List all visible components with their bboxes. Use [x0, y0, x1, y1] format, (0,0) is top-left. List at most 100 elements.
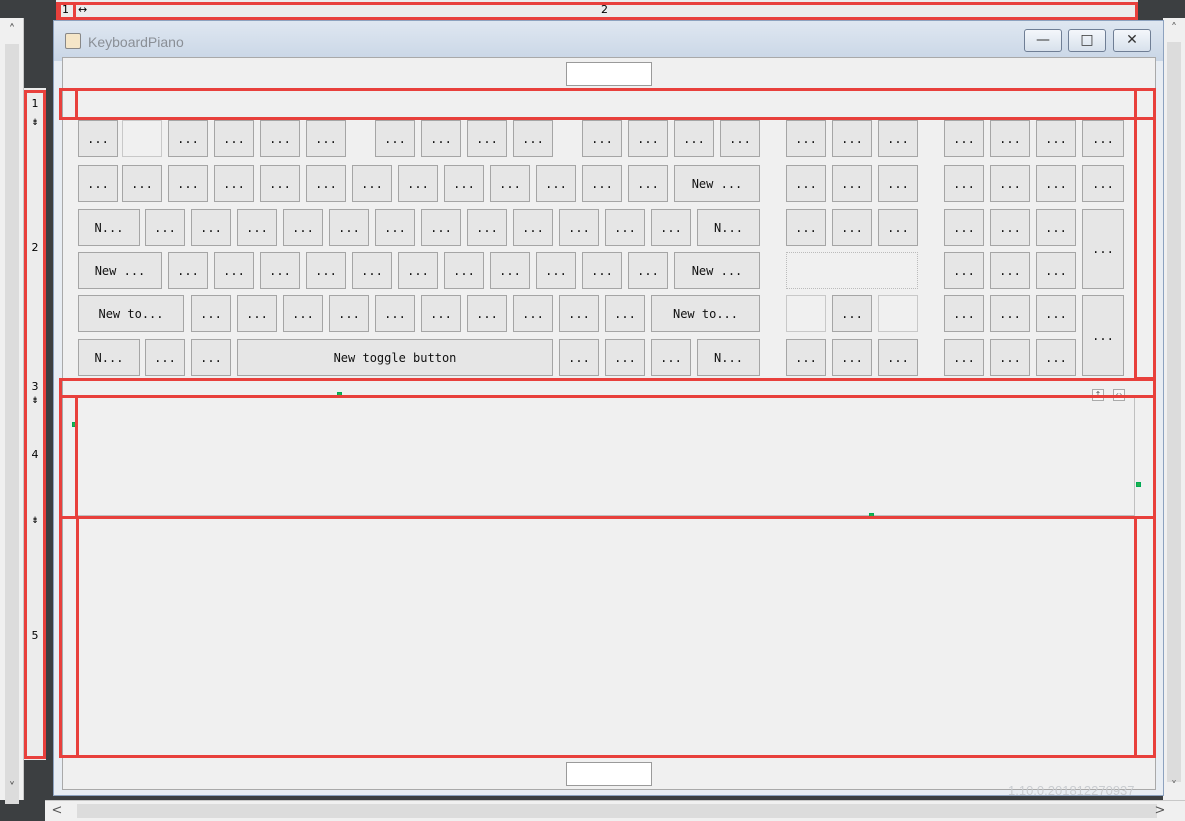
- piano-toggle-button[interactable]: ...: [536, 252, 576, 289]
- piano-toggle-button[interactable]: ...: [1036, 252, 1076, 289]
- piano-toggle-button[interactable]: ...: [944, 252, 984, 289]
- piano-toggle-button[interactable]: ...: [1036, 120, 1076, 157]
- piano-toggle-button[interactable]: ...: [283, 295, 323, 332]
- piano-toggle-button[interactable]: New ...: [78, 252, 162, 289]
- piano-toggle-button[interactable]: ...: [878, 209, 918, 246]
- close-button[interactable]: ✕: [1113, 29, 1151, 52]
- piano-toggle-button[interactable]: ...: [536, 165, 576, 202]
- piano-toggle-button[interactable]: ...: [168, 252, 208, 289]
- piano-toggle-button[interactable]: N...: [78, 339, 140, 376]
- piano-toggle-button[interactable]: New ...: [674, 165, 760, 202]
- piano-toggle-button[interactable]: New to...: [651, 295, 760, 332]
- piano-toggle-button[interactable]: N...: [697, 339, 760, 376]
- piano-toggle-button[interactable]: ...: [878, 165, 918, 202]
- piano-toggle-button[interactable]: ...: [375, 209, 415, 246]
- piano-toggle-button[interactable]: ...: [944, 209, 984, 246]
- window-titlebar[interactable]: KeyboardPiano — □ ✕: [54, 21, 1163, 61]
- maximize-button[interactable]: □: [1068, 29, 1106, 52]
- piano-toggle-button[interactable]: ...: [605, 339, 645, 376]
- scroll-down-arrow-icon[interactable]: ˅: [0, 778, 24, 800]
- piano-toggle-button[interactable]: ...: [306, 120, 346, 157]
- scroll-up-arrow-icon[interactable]: ˄: [0, 20, 24, 42]
- piano-toggle-button[interactable]: ...: [582, 165, 622, 202]
- piano-toggle-button[interactable]: ...: [214, 165, 254, 202]
- piano-toggle-button[interactable]: ...: [78, 120, 118, 157]
- piano-toggle-button[interactable]: ...: [944, 165, 984, 202]
- piano-toggle-button[interactable]: ...: [786, 339, 826, 376]
- piano-toggle-button[interactable]: N...: [697, 209, 760, 246]
- piano-toggle-button[interactable]: ...: [1036, 339, 1076, 376]
- piano-toggle-button[interactable]: ...: [467, 209, 507, 246]
- piano-toggle-button[interactable]: ...: [832, 295, 872, 332]
- piano-toggle-button[interactable]: ...: [628, 252, 668, 289]
- piano-toggle-button[interactable]: ...: [651, 209, 691, 246]
- piano-toggle-button[interactable]: ...: [1082, 295, 1124, 376]
- piano-toggle-button[interactable]: ...: [421, 295, 461, 332]
- piano-toggle-button[interactable]: ...: [786, 120, 826, 157]
- piano-toggle-button[interactable]: New toggle button: [237, 339, 553, 376]
- piano-toggle-button[interactable]: ...: [145, 339, 185, 376]
- piano-toggle-button[interactable]: ...: [260, 120, 300, 157]
- piano-toggle-button[interactable]: ...: [78, 165, 118, 202]
- piano-toggle-button[interactable]: ...: [1082, 209, 1124, 289]
- piano-toggle-button[interactable]: ...: [513, 120, 553, 157]
- piano-toggle-button[interactable]: ...: [214, 252, 254, 289]
- piano-toggle-button[interactable]: ...: [559, 209, 599, 246]
- piano-toggle-button[interactable]: ...: [990, 295, 1030, 332]
- piano-toggle-button[interactable]: ...: [878, 339, 918, 376]
- piano-toggle-button[interactable]: ...: [559, 339, 599, 376]
- piano-toggle-button[interactable]: ...: [1082, 120, 1124, 157]
- piano-toggle-button[interactable]: ...: [191, 209, 231, 246]
- piano-toggle-button[interactable]: ...: [990, 339, 1030, 376]
- piano-toggle-button[interactable]: ...: [674, 120, 714, 157]
- horizontal-scrollbar[interactable]: < >: [45, 800, 1185, 821]
- piano-toggle-button[interactable]: ...: [1036, 165, 1076, 202]
- piano-toggle-button[interactable]: ...: [1036, 295, 1076, 332]
- scroll-left-arrow-icon[interactable]: <: [47, 801, 67, 821]
- piano-toggle-button[interactable]: ...: [490, 165, 530, 202]
- piano-toggle-button[interactable]: ...: [832, 120, 872, 157]
- piano-toggle-button[interactable]: ...: [375, 120, 415, 157]
- piano-toggle-button[interactable]: ...: [582, 252, 622, 289]
- piano-toggle-button[interactable]: ...: [306, 165, 346, 202]
- piano-toggle-button[interactable]: ...: [467, 120, 507, 157]
- piano-toggle-button[interactable]: ...: [306, 252, 346, 289]
- piano-toggle-button[interactable]: ...: [375, 295, 415, 332]
- piano-toggle-button[interactable]: ...: [605, 295, 645, 332]
- piano-toggle-button[interactable]: ...: [990, 165, 1030, 202]
- piano-toggle-button[interactable]: ...: [352, 165, 392, 202]
- piano-toggle-button[interactable]: ...: [628, 165, 668, 202]
- vertical-scrollbar[interactable]: ˄ ˅: [0, 18, 24, 804]
- piano-toggle-button[interactable]: ...: [832, 339, 872, 376]
- piano-toggle-button[interactable]: ...: [1036, 209, 1076, 246]
- piano-toggle-button[interactable]: ...: [720, 120, 760, 157]
- piano-toggle-button[interactable]: ...: [944, 120, 984, 157]
- piano-toggle-button[interactable]: New ...: [674, 252, 760, 289]
- piano-toggle-button[interactable]: ...: [329, 209, 369, 246]
- scroll-thumb[interactable]: [1167, 42, 1181, 782]
- piano-toggle-button[interactable]: ...: [990, 120, 1030, 157]
- right-scrollbar[interactable]: ˄ ˅: [1163, 18, 1185, 800]
- piano-toggle-button[interactable]: ...: [191, 339, 231, 376]
- piano-toggle-button[interactable]: ...: [832, 165, 872, 202]
- piano-toggle-button[interactable]: ...: [990, 209, 1030, 246]
- piano-toggle-button[interactable]: ...: [421, 209, 461, 246]
- scroll-right-arrow-icon[interactable]: >: [1150, 801, 1170, 821]
- piano-toggle-button[interactable]: ...: [168, 165, 208, 202]
- piano-toggle-button[interactable]: ...: [651, 339, 691, 376]
- piano-toggle-button[interactable]: ...: [878, 120, 918, 157]
- scroll-thumb[interactable]: [5, 44, 19, 804]
- piano-toggle-button[interactable]: ...: [329, 295, 369, 332]
- piano-toggle-button[interactable]: ...: [237, 295, 277, 332]
- piano-toggle-button[interactable]: ...: [944, 295, 984, 332]
- piano-toggle-button[interactable]: ...: [513, 209, 553, 246]
- piano-toggle-button[interactable]: ...: [444, 252, 484, 289]
- piano-toggle-button[interactable]: ...: [122, 165, 162, 202]
- piano-toggle-button[interactable]: ...: [260, 252, 300, 289]
- piano-toggle-button[interactable]: ...: [582, 120, 622, 157]
- piano-toggle-button[interactable]: ...: [191, 295, 231, 332]
- scroll-down-arrow-icon[interactable]: ˅: [1163, 776, 1185, 796]
- piano-toggle-button[interactable]: ...: [990, 252, 1030, 289]
- piano-toggle-button[interactable]: New to...: [78, 295, 184, 332]
- piano-toggle-button[interactable]: ...: [605, 209, 645, 246]
